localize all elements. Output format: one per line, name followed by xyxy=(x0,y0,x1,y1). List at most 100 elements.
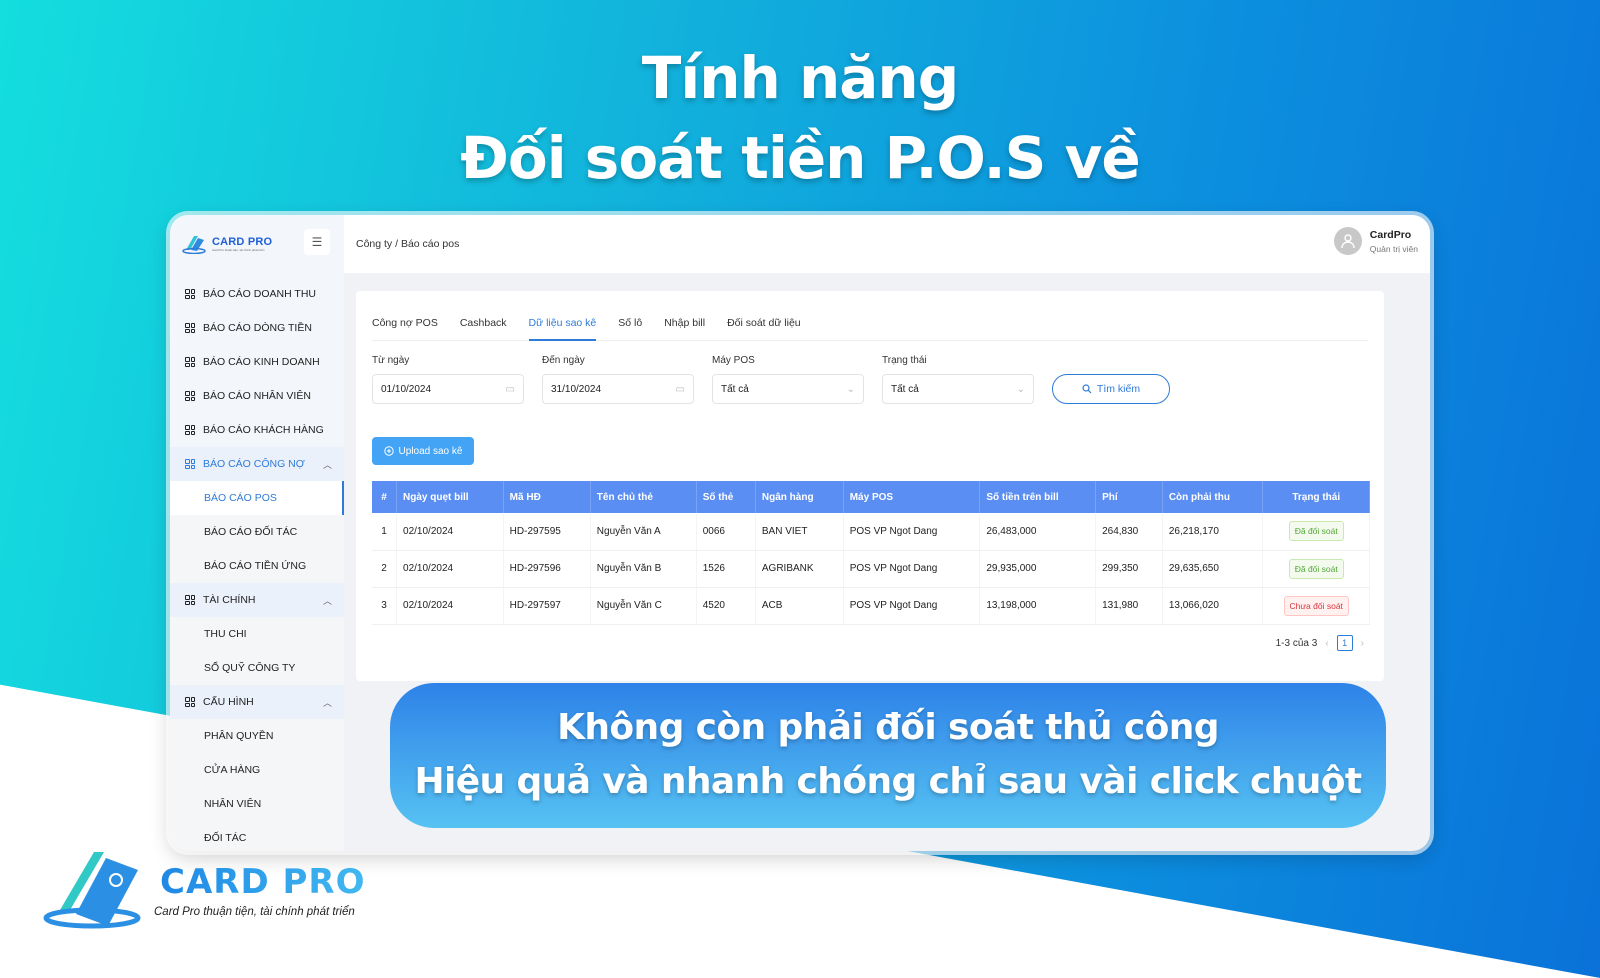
menu-toggle-button[interactable]: ☰ xyxy=(304,229,330,255)
prev-page-icon[interactable]: ‹ xyxy=(1325,638,1328,649)
sidebar-item-so-quy-cong-ty[interactable]: SỔ QUỸ CÔNG TY xyxy=(170,651,344,685)
sidebar-item-label: CẤU HÌNH xyxy=(203,696,254,708)
pagination: 1-3 của 3 ‹ 1 › xyxy=(1276,635,1364,651)
upload-statement-button[interactable]: Upload sao kê xyxy=(372,437,474,465)
sidebar-group-tai-chinh[interactable]: TÀI CHÍNH ︿ xyxy=(170,583,344,617)
search-icon xyxy=(1082,384,1092,394)
next-page-icon[interactable]: › xyxy=(1361,638,1364,649)
sidebar-item-bao-cao-doanh-thu[interactable]: BÁO CÁO DOANH THU xyxy=(170,277,344,311)
cell-invoice-id: HD-297597 xyxy=(503,587,591,625)
from-date-input[interactable]: 01/10/2024 ▭ xyxy=(372,374,524,404)
status-badge: Đã đối soát xyxy=(1288,521,1344,542)
headline-line-1: Tính năng xyxy=(641,44,959,112)
grid-icon xyxy=(185,323,195,333)
pos-select[interactable]: Tất cả ⌄ xyxy=(712,374,864,404)
cell-invoice-id: HD-297595 xyxy=(503,513,591,551)
column-header-fee: Phí xyxy=(1095,481,1163,513)
brand-logo: CARD PRO Card Pro thuận tiện, tài chính … xyxy=(42,848,422,938)
calendar-icon: ▭ xyxy=(675,383,685,395)
cell-pos-machine: POS VP Ngot Dang xyxy=(843,513,981,551)
sidebar: CARD PRO Card Pro thuận tiện, tài chính … xyxy=(170,215,344,851)
sidebar-nav: BÁO CÁO DOANH THU BÁO CÁO DÒNG TIỀN BÁO … xyxy=(170,277,344,851)
from-date-group: Từ ngày 01/10/2024 ▭ xyxy=(372,355,524,404)
logo-tagline: Card Pro thuận tiện, tài chính phát triể… xyxy=(212,248,265,252)
column-header-invoice-id: Mã HĐ xyxy=(503,481,591,513)
table-body: 1 02/10/2024 HD-297595 Nguyễn Văn A 0066 BAN … xyxy=(372,513,1370,625)
card-pro-brand-icon xyxy=(43,852,141,929)
user-menu[interactable]: CardPro Quản trị viên xyxy=(1333,227,1418,255)
banner-line-2: Hiệu quả và nhanh chóng chỉ sau vài clic… xyxy=(414,761,1362,802)
calendar-icon: ▭ xyxy=(505,383,515,395)
sidebar-item-label: BÁO CÁO DÒNG TIỀN xyxy=(203,322,312,334)
cell-pos-machine: POS VP Ngot Dang xyxy=(843,587,981,625)
sidebar-item-nhan-vien[interactable]: NHÂN VIÊN xyxy=(170,787,344,821)
user-icon xyxy=(1341,234,1355,249)
page-button[interactable]: 1 xyxy=(1336,635,1353,651)
sidebar-item-bao-cao-pos[interactable]: BÁO CÁO POS xyxy=(170,481,344,515)
statement-table: # Ngày quẹt bill Mã HĐ Tên chủ thẻ Số thẻ Ngâ… xyxy=(372,481,1370,625)
user-role: Quản trị viên xyxy=(1369,243,1418,254)
sidebar-item-bao-cao-doi-tac[interactable]: BÁO CÁO ĐỐI TÁC xyxy=(170,515,344,549)
column-header-remaining: Còn phải thu xyxy=(1162,481,1264,513)
tab-bar: Công nợ POS Cashback Dữ liệu sao kê Số l… xyxy=(372,311,1368,341)
breadcrumb: Công ty / Báo cáo pos xyxy=(356,238,460,250)
sidebar-group-bao-cao-cong-no[interactable]: BÁO CÁO CÔNG NỢ ︿ xyxy=(170,447,344,481)
table-row[interactable]: 1 02/10/2024 HD-297595 Nguyễn Văn A 0066 BAN … xyxy=(372,513,1370,551)
cell-swipe-date: 02/10/2024 xyxy=(396,513,504,551)
cell-index: 2 xyxy=(372,550,398,588)
status-badge: Đã đối soát xyxy=(1288,558,1344,579)
chevron-down-icon: ⌄ xyxy=(1016,383,1025,395)
cell-index: 3 xyxy=(372,587,398,625)
column-header-card-number: Số thẻ xyxy=(696,481,756,513)
table-row[interactable]: 3 02/10/2024 HD-297597 Nguyễn Văn C 4520 ACB P… xyxy=(372,587,1370,625)
cell-remaining: 26,218,170 xyxy=(1162,513,1264,551)
tab-nhap-bill[interactable]: Nhập bill xyxy=(664,311,705,340)
brand-tagline: Card Pro thuận tiện, tài chính phát triể… xyxy=(154,906,355,918)
sidebar-item-bao-cao-kinh-doanh[interactable]: BÁO CÁO KINH DOANH xyxy=(170,345,344,379)
promo-banner: Không còn phải đối soát thủ công Hiệu qu… xyxy=(390,683,1386,828)
grid-icon xyxy=(185,697,195,707)
cell-bank: ACB xyxy=(755,587,844,625)
to-date-group: Đến ngày 31/10/2024 ▭ xyxy=(542,355,694,404)
sidebar-item-thu-chi[interactable]: THU CHI xyxy=(170,617,344,651)
sidebar-item-label: BÁO CÁO NHÂN VIÊN xyxy=(203,390,311,402)
cell-cardholder: Nguyễn Văn A xyxy=(590,513,697,551)
cell-cardholder: Nguyễn Văn B xyxy=(590,550,697,588)
cell-card-number: 0066 xyxy=(696,513,756,551)
sidebar-group-cau-hinh[interactable]: CẤU HÌNH ︿ xyxy=(170,685,344,719)
card-pro-logo-icon xyxy=(182,236,206,254)
cell-swipe-date: 02/10/2024 xyxy=(396,550,504,588)
cell-swipe-date: 02/10/2024 xyxy=(396,587,504,625)
status-select-value: Tất cả xyxy=(891,383,919,395)
upload-button-label: Upload sao kê xyxy=(398,445,463,457)
pagination-summary: 1-3 của 3 xyxy=(1275,637,1318,649)
sidebar-item-bao-cao-dong-tien[interactable]: BÁO CÁO DÒNG TIỀN xyxy=(170,311,344,345)
cell-fee: 264,830 xyxy=(1095,513,1163,551)
sidebar-item-doi-tac[interactable]: ĐỐI TÁC xyxy=(170,821,344,851)
status-select[interactable]: Tất cả ⌄ xyxy=(882,374,1034,404)
grid-icon xyxy=(185,425,195,435)
user-name: CardPro xyxy=(1369,228,1412,241)
tab-cong-no-pos[interactable]: Công nợ POS xyxy=(372,311,438,340)
sidebar-item-label: TÀI CHÍNH xyxy=(203,594,256,606)
sidebar-item-cua-hang[interactable]: CỬA HÀNG xyxy=(170,753,344,787)
sidebar-item-bao-cao-khach-hang[interactable]: BÁO CÁO KHÁCH HÀNG xyxy=(170,413,344,447)
tab-cashback[interactable]: Cashback xyxy=(460,311,507,340)
chevron-down-icon: ⌄ xyxy=(846,383,855,395)
sidebar-item-phan-quyen[interactable]: PHÂN QUYỀN xyxy=(170,719,344,753)
chevron-up-icon: ︿ xyxy=(322,697,332,708)
tab-du-lieu-sao-ke[interactable]: Dữ liệu sao kê xyxy=(528,311,596,341)
search-button[interactable]: Tìm kiếm xyxy=(1052,374,1170,404)
sidebar-item-bao-cao-nhan-vien[interactable]: BÁO CÁO NHÂN VIÊN xyxy=(170,379,344,413)
sidebar-item-label: BÁO CÁO CÔNG NỢ xyxy=(203,458,305,470)
tab-doi-soat-du-lieu[interactable]: Đối soát dữ liệu xyxy=(727,311,801,340)
cell-status: Đã đối soát xyxy=(1262,513,1370,551)
to-date-input[interactable]: 31/10/2024 ▭ xyxy=(542,374,694,404)
brand-name: CARD PRO xyxy=(160,862,366,902)
grid-icon xyxy=(185,459,195,469)
column-header-pos-machine: Máy POS xyxy=(843,481,981,513)
tab-so-lo[interactable]: Số lô xyxy=(618,311,642,340)
table-row[interactable]: 2 02/10/2024 HD-297596 Nguyễn Văn B 1526 AGRI… xyxy=(372,550,1370,588)
sidebar-item-bao-cao-tien-ung[interactable]: BÁO CÁO TIỀN ỨNG xyxy=(170,549,344,583)
column-header-cardholder: Tên chủ thẻ xyxy=(590,481,697,513)
